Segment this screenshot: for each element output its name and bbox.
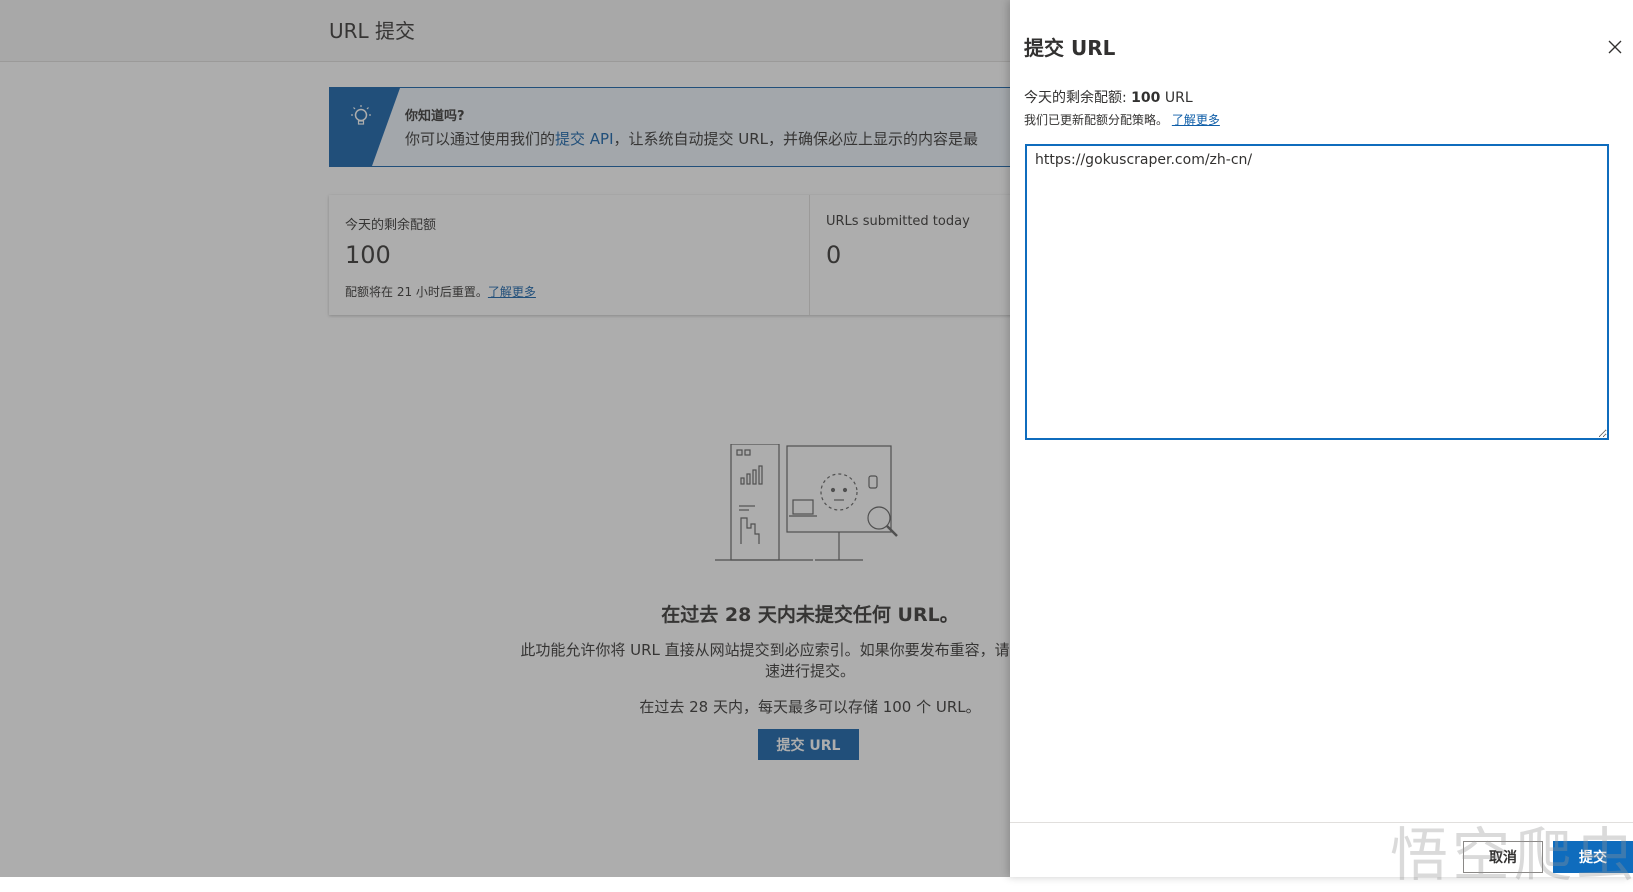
policy-note: 我们已更新配额分配策略。 了解更多 <box>1024 111 1220 128</box>
policy-learn-more-link[interactable]: 了解更多 <box>1172 113 1220 127</box>
submit-url-panel: 提交 URL 今天的剩余配额: 100 URL 我们已更新配额分配策略。 了解更… <box>1010 0 1633 877</box>
close-icon[interactable] <box>1604 36 1626 58</box>
quota-value: 100 <box>1131 90 1161 106</box>
panel-title: 提交 URL <box>1024 36 1116 60</box>
quota-label: 今天的剩余配额: <box>1024 90 1132 106</box>
watermark: 悟空爬虫 <box>1390 821 1633 889</box>
modal-overlay[interactable] <box>0 0 1010 877</box>
policy-text: 我们已更新配额分配策略。 <box>1024 113 1169 127</box>
quota-unit: URL <box>1160 90 1193 106</box>
url-textarea[interactable]: https://gokuscraper.com/zh-cn/ <box>1025 144 1609 440</box>
panel-quota: 今天的剩余配额: 100 URL <box>1024 87 1193 107</box>
